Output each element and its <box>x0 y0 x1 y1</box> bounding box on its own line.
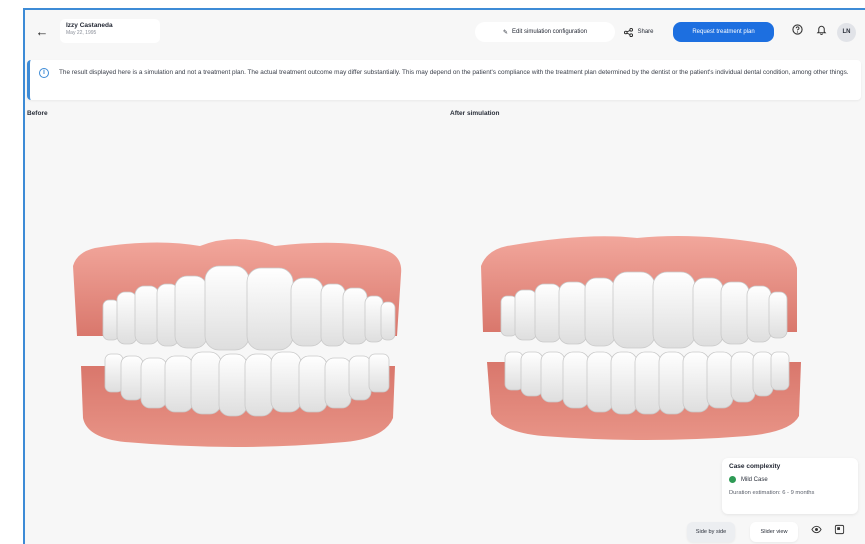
duration-label: Duration estimation: <box>729 490 781 496</box>
compare-icon[interactable] <box>831 524 847 540</box>
pencil-icon: ✎ <box>502 29 508 36</box>
top-bar: ← Izzy Castaneda May 22, 1995 ✎ Edit sim… <box>25 10 865 54</box>
status-dot-icon <box>729 476 736 483</box>
back-arrow-icon[interactable]: ← <box>34 24 50 40</box>
case-complexity-card: Case complexity Mild Case Duration estim… <box>722 458 858 514</box>
app-window: ← Izzy Castaneda May 22, 1995 ✎ Edit sim… <box>23 8 865 544</box>
edit-simulation-button[interactable]: ✎ Edit simulation configuration <box>475 22 615 42</box>
slider-view-button[interactable]: Slider view <box>750 522 798 542</box>
after-label: After simulation <box>450 110 500 117</box>
duration-estimation: Duration estimation: 6 - 9 months <box>729 490 851 496</box>
request-treatment-plan-button[interactable]: Request treatment plan <box>673 22 774 42</box>
help-icon[interactable] <box>789 24 805 40</box>
share-icon <box>624 27 634 37</box>
complexity-level-row: Mild Case <box>729 476 851 483</box>
eye-icon[interactable] <box>808 524 824 540</box>
complexity-level: Mild Case <box>741 476 768 483</box>
info-icon: i <box>39 68 49 78</box>
disclaimer-banner: i The result displayed here is a simulat… <box>27 60 861 100</box>
patient-date: May 22, 1995 <box>66 30 97 36</box>
before-3d-view[interactable] <box>25 126 445 544</box>
patient-card[interactable]: Izzy Castaneda May 22, 1995 <box>60 19 160 43</box>
duration-value: 6 - 9 months <box>782 490 815 496</box>
patient-name: Izzy Castaneda <box>66 22 113 29</box>
share-button[interactable]: Share <box>615 22 663 42</box>
bell-icon[interactable] <box>813 24 829 40</box>
case-complexity-title: Case complexity <box>729 463 781 470</box>
before-teeth-model <box>73 239 402 447</box>
before-label: Before <box>27 110 48 117</box>
request-treatment-plan-label: Request treatment plan <box>692 29 755 35</box>
edit-simulation-label: Edit simulation configuration <box>511 29 588 35</box>
disclaimer-text: The result displayed here is a simulatio… <box>59 69 849 76</box>
side-by-side-button[interactable]: Side by side <box>687 522 735 542</box>
share-label: Share <box>637 29 654 35</box>
avatar[interactable]: LN <box>837 23 856 42</box>
